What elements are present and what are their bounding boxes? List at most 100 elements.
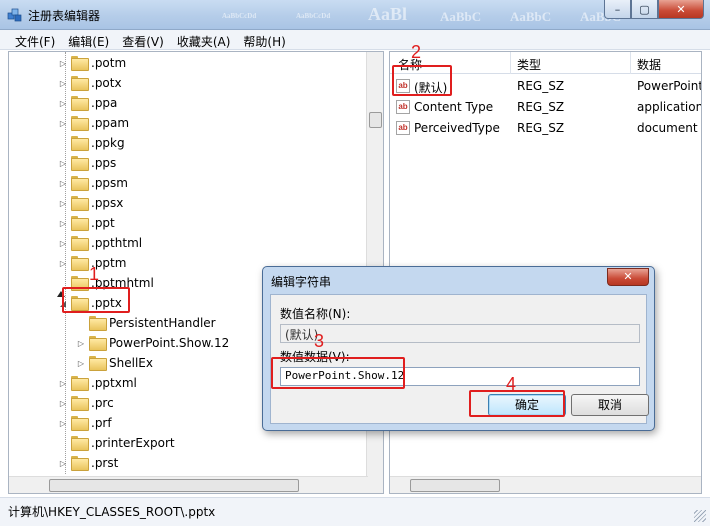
- value-name-label: 数值名称(N):: [280, 307, 351, 321]
- tree-item-label: .pptxml: [91, 376, 137, 390]
- folder-icon: [71, 456, 89, 471]
- value-row[interactable]: ab PerceivedType REG_SZ document: [390, 118, 701, 138]
- annotation-box-data: [271, 357, 405, 389]
- value-type: REG_SZ: [517, 100, 565, 114]
- tree-item-label: .ppsx: [91, 196, 124, 210]
- tree-item-label: .ppa: [91, 96, 118, 110]
- value-name: Content Type: [414, 100, 494, 114]
- tree-item[interactable]: ▷ .pptxml: [57, 373, 137, 393]
- background-ghost-text: AaBbCcDd: [222, 12, 257, 20]
- tree-item[interactable]: ▷ .ppam: [57, 113, 129, 133]
- expand-arrow-icon[interactable]: ▷: [57, 419, 69, 428]
- tree-item[interactable]: .printerExport: [57, 433, 175, 453]
- expand-arrow-icon[interactable]: ▷: [57, 59, 69, 68]
- value-name: PerceivedType: [414, 121, 500, 135]
- tree-item[interactable]: ▷ .prst: [57, 453, 118, 473]
- annotation-box-default: [392, 65, 452, 96]
- expand-arrow-icon[interactable]: ▷: [57, 219, 69, 228]
- expand-arrow-icon[interactable]: ▷: [57, 119, 69, 128]
- expand-arrow-icon[interactable]: ▷: [75, 359, 87, 368]
- folder-icon: [89, 356, 107, 371]
- folder-icon: [89, 336, 107, 351]
- annotation-number: 1: [89, 264, 100, 284]
- menu-view[interactable]: 查看(V): [117, 30, 169, 49]
- tree-item-label: .printerExport: [91, 436, 175, 450]
- value-data: PowerPoint: [637, 79, 702, 93]
- expand-arrow-icon[interactable]: ▷: [57, 99, 69, 108]
- tree-item[interactable]: PersistentHandler: [75, 313, 216, 333]
- column-data[interactable]: 数据: [637, 56, 661, 73]
- folder-icon: [71, 256, 89, 271]
- tree-item[interactable]: ▷ .potm: [57, 53, 126, 73]
- menu-favorites[interactable]: 收藏夹(A): [172, 30, 236, 49]
- annotation-box-pptx: [62, 287, 130, 313]
- tree-hscroll-thumb[interactable]: [49, 479, 299, 492]
- folder-icon: [89, 316, 107, 331]
- folder-icon: [71, 176, 89, 191]
- string-value-icon: ab: [396, 100, 410, 114]
- background-ghost-text: AaBbCcDd: [296, 12, 331, 20]
- expand-arrow-icon[interactable]: ▷: [57, 159, 69, 168]
- list-hscroll-thumb[interactable]: [410, 479, 500, 492]
- expand-arrow-icon[interactable]: ▷: [57, 459, 69, 468]
- tree-item[interactable]: ▷ .prc: [57, 393, 114, 413]
- tree-item[interactable]: ▷ .ppsm: [57, 173, 128, 193]
- value-data: application: [637, 100, 702, 114]
- cancel-button[interactable]: 取消: [571, 394, 649, 416]
- tree-item-label: .prc: [91, 396, 114, 410]
- tree-item[interactable]: ▷ .ppthtml: [57, 233, 142, 253]
- expand-arrow-icon[interactable]: ▷: [57, 239, 69, 248]
- dialog-title: 编辑字符串: [271, 275, 332, 289]
- column-type[interactable]: 类型: [517, 56, 541, 73]
- expand-arrow-icon[interactable]: ▷: [57, 179, 69, 188]
- folder-icon: [71, 76, 89, 91]
- expand-arrow-icon[interactable]: ▷: [57, 199, 69, 208]
- string-value-icon: ab: [396, 121, 410, 135]
- window-title: 注册表编辑器: [28, 9, 101, 23]
- registry-app-icon: [7, 8, 22, 22]
- column-separator[interactable]: [630, 52, 631, 74]
- expand-arrow-icon[interactable]: ▷: [57, 379, 69, 388]
- folder-icon: [71, 196, 89, 211]
- expand-arrow-icon[interactable]: ▷: [57, 79, 69, 88]
- status-bar: 计算机\HKEY_CLASSES_ROOT\.pptx: [0, 497, 710, 526]
- resize-grip[interactable]: [694, 510, 706, 522]
- menu-edit[interactable]: 编辑(E): [63, 30, 114, 49]
- folder-icon: [71, 376, 89, 391]
- tree-scroll-thumb[interactable]: [369, 112, 382, 128]
- close-button[interactable]: ✕: [658, 0, 704, 19]
- expand-arrow-icon[interactable]: ▷: [75, 339, 87, 348]
- tree-horizontal-scrollbar[interactable]: [9, 476, 368, 493]
- title-bar: 注册表编辑器 AaBbCcDd AaBbCcDd AaBl AaBbC AaBb…: [0, 0, 710, 30]
- tree-item-label: .ppkg: [91, 136, 125, 150]
- menu-file[interactable]: 文件(F): [10, 30, 60, 49]
- expand-arrow-icon[interactable]: ▷: [57, 259, 69, 268]
- value-row[interactable]: ab Content Type REG_SZ application: [390, 97, 701, 117]
- tree-item-label: .ppam: [91, 116, 130, 130]
- annotation-number: 2: [411, 42, 422, 62]
- minimize-button[interactable]: –: [604, 0, 631, 19]
- list-horizontal-scrollbar[interactable]: [390, 476, 701, 493]
- folder-icon: [71, 396, 89, 411]
- tree-item[interactable]: ▷ .potx: [57, 73, 122, 93]
- tree-item[interactable]: ▷ .prf: [57, 413, 112, 433]
- expand-arrow-icon[interactable]: ▷: [57, 399, 69, 408]
- folder-icon: [71, 416, 89, 431]
- tree-item[interactable]: ▷ .ppa: [57, 93, 117, 113]
- tree-item-label: .prf: [91, 416, 112, 430]
- background-ghost-text: AaBl: [368, 4, 408, 24]
- tree-item[interactable]: ▷ ShellEx: [75, 353, 153, 373]
- tree-item[interactable]: ▷ .ppt: [57, 213, 115, 233]
- tree-item-label: PowerPoint.Show.12: [109, 336, 230, 350]
- tree-item-label: .ppsm: [91, 176, 128, 190]
- folder-icon: [71, 216, 89, 231]
- tree-item[interactable]: ▷ PowerPoint.Show.12: [75, 333, 229, 353]
- tree-item[interactable]: ▷ .pps: [57, 153, 116, 173]
- column-separator[interactable]: [510, 52, 511, 74]
- maximize-button[interactable]: ▢: [631, 0, 658, 19]
- menu-help[interactable]: 帮助(H): [238, 30, 290, 49]
- tree-item[interactable]: .ppkg: [57, 133, 125, 153]
- folder-icon: [71, 96, 89, 111]
- dialog-close-button[interactable]: ✕: [607, 268, 649, 286]
- tree-item[interactable]: ▷ .ppsx: [57, 193, 123, 213]
